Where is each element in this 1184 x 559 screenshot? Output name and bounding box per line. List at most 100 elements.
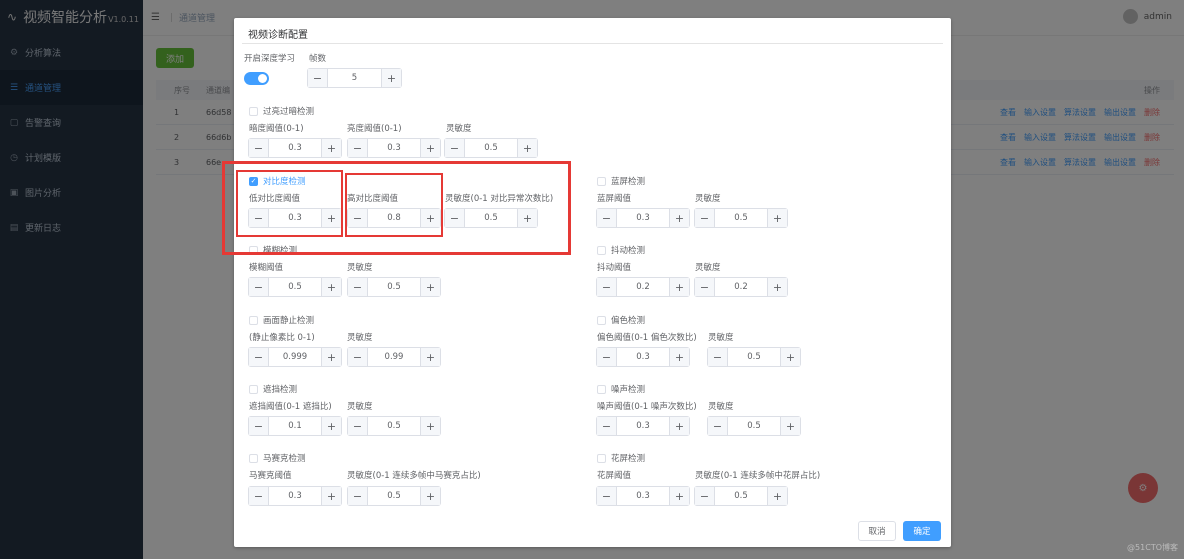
increment-button[interactable]: + [767, 487, 787, 505]
increment-button[interactable]: + [669, 209, 689, 227]
decrement-button[interactable]: − [695, 278, 715, 296]
decrement-button[interactable]: − [597, 487, 617, 505]
increment-button[interactable]: + [420, 209, 440, 227]
stepper-value[interactable]: 0.3 [617, 417, 669, 435]
noise-sensitivity-stepper: − 0.5 + [707, 416, 801, 436]
stepper-value[interactable]: 0.3 [269, 139, 321, 157]
stepper-value[interactable]: 0.5 [368, 487, 420, 505]
decrement-button[interactable]: − [597, 348, 617, 366]
noise-checkbox[interactable]: 噪声检测 [597, 383, 645, 395]
decrement-button[interactable]: − [445, 139, 465, 157]
overdark-sensitivity-stepper: − 0.5 + [444, 138, 538, 158]
decrement-button[interactable]: − [249, 278, 269, 296]
increment-button[interactable]: + [321, 348, 341, 366]
bluescreen-checkbox[interactable]: 蓝屏检测 [597, 175, 645, 187]
contrast-checkbox[interactable]: ✓ 对比度检测 [249, 175, 306, 187]
increment-button[interactable]: + [767, 209, 787, 227]
stepper-value[interactable]: 0.3 [617, 487, 669, 505]
field-label: 暗度阈值(0-1) [249, 124, 304, 134]
deep-learning-switch[interactable] [244, 72, 269, 85]
stepper-value[interactable]: 0.5 [269, 278, 321, 296]
checkbox-label: 抖动检测 [611, 246, 646, 256]
decrement-button[interactable]: − [348, 487, 368, 505]
stepper-value[interactable]: 0.5 [728, 417, 780, 435]
stepper-value[interactable]: 0.8 [368, 209, 420, 227]
increment-button[interactable]: + [321, 278, 341, 296]
increment-button[interactable]: + [669, 348, 689, 366]
stepper-value[interactable]: 0.3 [617, 348, 669, 366]
stepper-value[interactable]: 0.3 [368, 139, 420, 157]
stepper-value[interactable]: 0.2 [715, 278, 767, 296]
colorcast-checkbox[interactable]: 偏色检测 [597, 314, 645, 326]
increment-button[interactable]: + [420, 278, 440, 296]
decrement-button[interactable]: − [695, 209, 715, 227]
decrement-button[interactable]: − [249, 487, 269, 505]
stepper-value[interactable]: 0.5 [728, 348, 780, 366]
increment-button[interactable]: + [381, 69, 401, 87]
increment-button[interactable]: + [517, 139, 537, 157]
shake-checkbox[interactable]: 抖动检测 [597, 244, 645, 256]
field-label: 灵敏度 [347, 333, 373, 343]
increment-button[interactable]: + [420, 487, 440, 505]
stepper-value[interactable]: 0.5 [465, 139, 517, 157]
field-label: 灵敏度 [446, 124, 472, 134]
checkbox-box [597, 315, 606, 325]
increment-button[interactable]: + [767, 278, 787, 296]
stepper-value[interactable]: 0.2 [617, 278, 669, 296]
blur-checkbox[interactable]: 模糊检测 [249, 244, 297, 256]
stepper-value[interactable]: 0.99 [368, 348, 420, 366]
decrement-button[interactable]: − [348, 139, 368, 157]
occlusion-checkbox[interactable]: 遮挡检测 [249, 383, 297, 395]
increment-button[interactable]: + [321, 487, 341, 505]
increment-button[interactable]: + [321, 209, 341, 227]
decrement-button[interactable]: − [597, 417, 617, 435]
low-contrast-stepper: − 0.3 + [248, 208, 342, 228]
decrement-button[interactable]: − [249, 348, 269, 366]
decrement-button[interactable]: − [597, 209, 617, 227]
stepper-value[interactable]: 0.3 [269, 487, 321, 505]
increment-button[interactable]: + [669, 487, 689, 505]
overdark-checkbox[interactable]: 过亮过暗检测 [249, 105, 314, 117]
field-label: 灵敏度 [695, 263, 721, 273]
stepper-value[interactable]: 0.3 [617, 209, 669, 227]
stepper-value[interactable]: 0.5 [465, 209, 517, 227]
field-label: 抖动阈值 [597, 263, 632, 273]
decrement-button[interactable]: − [708, 417, 728, 435]
glitch-checkbox[interactable]: 花屏检测 [597, 452, 645, 464]
decrement-button[interactable]: − [249, 417, 269, 435]
increment-button[interactable]: + [420, 417, 440, 435]
decrement-button[interactable]: − [249, 209, 269, 227]
decrement-button[interactable]: − [348, 417, 368, 435]
decrement-button[interactable]: − [348, 209, 368, 227]
decrement-button[interactable]: − [445, 209, 465, 227]
field-label: 蓝屏阈值 [597, 194, 632, 204]
stepper-value[interactable]: 0.5 [715, 209, 767, 227]
stepper-value[interactable]: 0.3 [269, 209, 321, 227]
stepper-value[interactable]: 0.999 [269, 348, 321, 366]
decrement-button[interactable]: − [695, 487, 715, 505]
stepper-value[interactable]: 0.5 [368, 278, 420, 296]
decrement-button[interactable]: − [308, 69, 328, 87]
increment-button[interactable]: + [321, 417, 341, 435]
decrement-button[interactable]: − [249, 139, 269, 157]
decrement-button[interactable]: − [597, 278, 617, 296]
increment-button[interactable]: + [669, 417, 689, 435]
confirm-button[interactable]: 确定 [903, 521, 941, 541]
stepper-value[interactable]: 0.5 [368, 417, 420, 435]
increment-button[interactable]: + [420, 139, 440, 157]
decrement-button[interactable]: − [348, 348, 368, 366]
increment-button[interactable]: + [420, 348, 440, 366]
increment-button[interactable]: + [321, 139, 341, 157]
frames-value[interactable]: 5 [328, 69, 381, 87]
increment-button[interactable]: + [780, 417, 800, 435]
mosaic-checkbox[interactable]: 马赛克检测 [249, 452, 306, 464]
cancel-button[interactable]: 取消 [858, 521, 896, 541]
decrement-button[interactable]: − [348, 278, 368, 296]
increment-button[interactable]: + [780, 348, 800, 366]
decrement-button[interactable]: − [708, 348, 728, 366]
freeze-checkbox[interactable]: 画面静止检测 [249, 314, 314, 326]
increment-button[interactable]: + [669, 278, 689, 296]
increment-button[interactable]: + [517, 209, 537, 227]
stepper-value[interactable]: 0.1 [269, 417, 321, 435]
stepper-value[interactable]: 0.5 [715, 487, 767, 505]
